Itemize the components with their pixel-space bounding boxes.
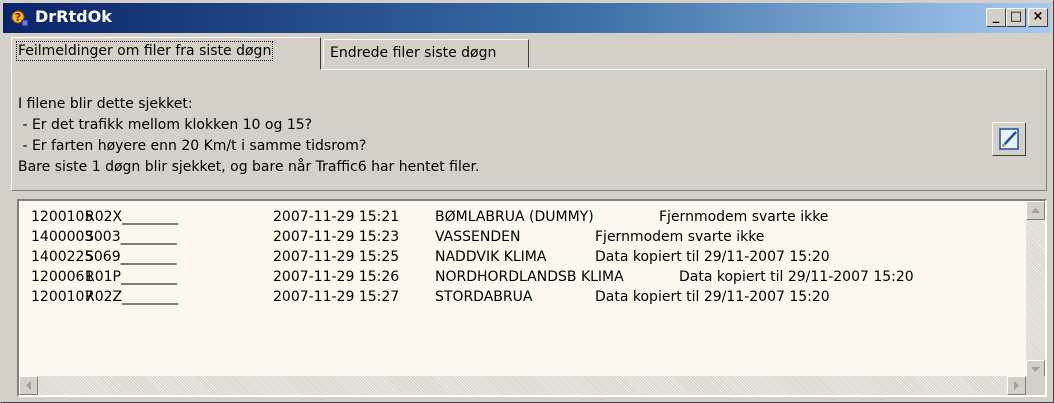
info-line: Bare siste 1 døgn blir sjekket, og bare … — [18, 159, 480, 175]
arrow-right-icon — [1014, 381, 1019, 390]
scroll-left-button[interactable] — [19, 376, 38, 395]
svg-text:?: ? — [15, 11, 21, 24]
cell-code: R02Z________ — [85, 289, 179, 305]
info-line: - Er farten høyere enn 20 Km/t i samme t… — [18, 138, 367, 154]
cell-time: 2007-11-29 15:23 — [273, 229, 400, 245]
cell-code: S003________ — [85, 229, 177, 245]
vertical-scrollbar[interactable] — [1026, 201, 1045, 379]
cell-message: Data kopiert til 29/11-2007 15:20 — [679, 269, 914, 285]
tab-label: Endrede filer siste døgn — [330, 45, 497, 61]
key-question-icon: ? — [11, 10, 29, 27]
scroll-right-button[interactable] — [1007, 376, 1026, 395]
arrow-up-icon — [1031, 208, 1040, 213]
edit-button[interactable] — [992, 122, 1026, 156]
tab-label: Feilmeldinger om filer fra siste døgn — [15, 41, 274, 61]
close-button[interactable]: × — [1028, 8, 1048, 27]
cell-id: 1200061 — [31, 269, 94, 285]
window-title: DrRtdOk — [35, 7, 112, 26]
maximize-icon: □ — [1009, 9, 1023, 24]
cell-time: 2007-11-29 15:25 — [273, 249, 400, 265]
cell-id: 1400225 — [31, 249, 94, 265]
cell-code: R01P________ — [85, 269, 177, 285]
info-panel: I filene blir dette sjekket: - Er det tr… — [11, 69, 1047, 191]
info-line: I filene blir dette sjekket: — [18, 96, 193, 112]
cell-id: 1200105 — [31, 209, 94, 225]
cell-message: Fjernmodem svarte ikke — [659, 209, 829, 225]
cell-name: BØMLABRUA (DUMMY) — [435, 209, 594, 225]
cell-time: 2007-11-29 15:21 — [273, 209, 400, 225]
minimize-button[interactable]: _ — [986, 8, 1006, 27]
arrow-left-icon — [26, 381, 31, 390]
close-icon: × — [1032, 9, 1044, 24]
app-window: ? DrRtdOk _ □ × Feilmeldinger om filer f… — [0, 0, 1054, 403]
horizontal-scrollbar[interactable] — [19, 376, 1026, 395]
tab-changed-files[interactable]: Endrede filer siste døgn — [323, 39, 529, 68]
cell-id: 1400003 — [31, 229, 94, 245]
cell-message: Fjernmodem svarte ikke — [595, 229, 765, 245]
tab-error-messages[interactable]: Feilmeldinger om filer fra siste døgn — [11, 37, 321, 70]
cell-name: NORDHORDLANDSB KLIMA — [435, 269, 624, 285]
cell-message: Data kopiert til 29/11-2007 15:20 — [595, 289, 830, 305]
cell-message: Data kopiert til 29/11-2007 15:20 — [595, 249, 830, 265]
minimize-icon: _ — [992, 9, 1000, 24]
maximize-button[interactable]: □ — [1006, 8, 1026, 27]
info-line: - Er det trafikk mellom klokken 10 og 15… — [18, 117, 313, 133]
title-bar[interactable]: ? DrRtdOk _ □ × — [3, 3, 1051, 33]
edit-pencil-icon — [999, 128, 1019, 150]
file-status-list[interactable]: 1200105 R02X________ 2007-11-29 15:21 BØMLA… — [17, 199, 1047, 397]
cell-name: NADDVIK KLIMA — [435, 249, 547, 265]
cell-id: 1200107 — [31, 289, 94, 305]
cell-name: STORDABRUA — [435, 289, 533, 305]
cell-time: 2007-11-29 15:26 — [273, 269, 400, 285]
scroll-corner — [1026, 376, 1045, 395]
cell-time: 2007-11-29 15:27 — [273, 289, 400, 305]
cell-code: R02X________ — [85, 209, 179, 225]
cell-code: S069________ — [85, 249, 177, 265]
cell-name: VASSENDEN — [435, 229, 521, 245]
scroll-up-button[interactable] — [1026, 201, 1045, 220]
